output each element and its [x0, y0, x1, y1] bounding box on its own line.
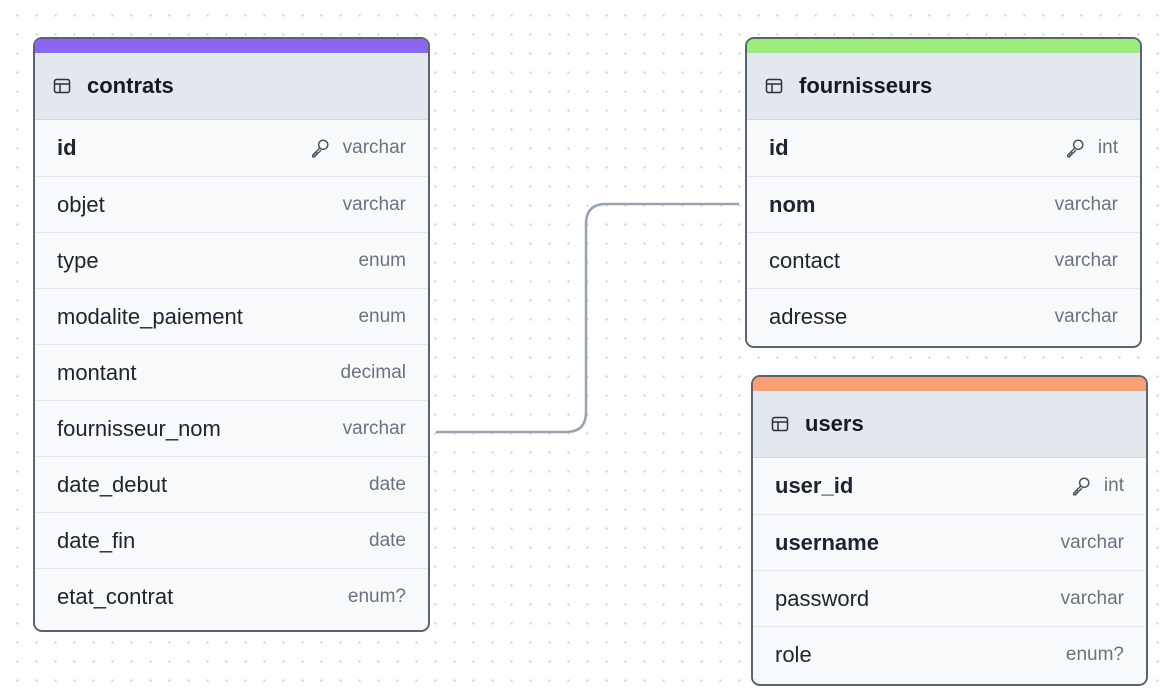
column-type-label: enum — [358, 249, 406, 271]
column-row-username[interactable]: username varchar — [753, 514, 1146, 570]
table-name: users — [805, 411, 864, 436]
column-type-label: int — [1103, 475, 1124, 496]
column-name: date_fin — [57, 527, 136, 553]
column-type: varchar — [1055, 194, 1118, 216]
column-row-adresse[interactable]: adresse varchar — [747, 288, 1140, 344]
column-type-label: varchar — [1054, 249, 1118, 271]
column-row-user-id[interactable]: user_id int — [753, 458, 1146, 514]
column-name: id — [57, 135, 77, 160]
column-row-modalite-paiement[interactable]: modalite_paiement enum — [35, 288, 428, 344]
key-icon — [309, 137, 331, 159]
column-type-label: varchar — [1060, 587, 1124, 609]
column-name: montant — [57, 359, 137, 385]
edge-fournisseur-nom[interactable] — [436, 202, 739, 434]
column-type: enum? — [1066, 644, 1124, 666]
column-type-label: decimal — [340, 361, 406, 383]
column-name: type — [57, 247, 99, 273]
table-accent-bar — [35, 39, 428, 53]
column-name: adresse — [769, 303, 848, 329]
column-type: int — [1070, 475, 1124, 497]
column-type: varchar — [1061, 532, 1124, 554]
table-name: contrats — [87, 73, 174, 98]
column-type: varchar — [1055, 306, 1118, 328]
column-name: objet — [57, 191, 105, 217]
column-name: modalite_paiement — [57, 303, 243, 329]
column-type-label: date — [369, 473, 406, 495]
table-icon — [771, 416, 789, 432]
column-row-id[interactable]: id int — [747, 120, 1140, 176]
column-row-id[interactable]: id varchar — [35, 120, 428, 176]
table-contrats[interactable]: contrats id varchar objet varchar type enum mo… — [33, 37, 430, 632]
column-type-label: varchar — [342, 417, 406, 439]
column-name: fournisseur_nom — [57, 415, 221, 441]
table-users[interactable]: users user_id int username varchar password v… — [751, 375, 1148, 686]
column-row-montant[interactable]: montant decimal — [35, 344, 428, 400]
column-type-label: varchar — [1060, 531, 1124, 553]
column-type-label: enum — [358, 305, 406, 327]
column-type-label: varchar — [1054, 193, 1118, 215]
column-type-label: date — [369, 529, 406, 551]
column-row-nom[interactable]: nom varchar — [747, 176, 1140, 232]
column-row-date-fin[interactable]: date_fin date — [35, 512, 428, 568]
column-type: enum? — [348, 586, 406, 608]
column-type-label: int — [1097, 137, 1118, 158]
column-type-label: enum? — [1065, 643, 1124, 665]
column-name: id — [769, 135, 789, 160]
table-icon — [53, 78, 71, 94]
column-type-label: varchar — [342, 137, 406, 158]
column-list: id varchar objet varchar type enum modalite_pa… — [35, 120, 428, 624]
column-type: date — [369, 530, 406, 552]
table-header[interactable]: contrats — [35, 53, 428, 120]
table-accent-bar — [753, 377, 1146, 391]
key-icon — [1070, 475, 1092, 497]
column-type: enum — [358, 250, 406, 272]
column-name: contact — [769, 247, 840, 273]
table-icon — [765, 78, 783, 94]
column-name: etat_contrat — [57, 583, 174, 609]
column-type: varchar — [343, 194, 406, 216]
column-type: varchar — [343, 418, 406, 440]
column-type: decimal — [341, 362, 406, 384]
key-icon — [1064, 137, 1086, 159]
column-name: nom — [769, 191, 816, 217]
column-row-date-debut[interactable]: date_debut date — [35, 456, 428, 512]
column-name: role — [775, 641, 812, 667]
column-row-etat-contrat[interactable]: etat_contrat enum? — [35, 568, 428, 624]
column-list: user_id int username varchar password varchar… — [753, 458, 1146, 682]
column-row-objet[interactable]: objet varchar — [35, 176, 428, 232]
table-fournisseurs[interactable]: fournisseurs id int nom varchar contact varch… — [745, 37, 1142, 348]
column-type-label: varchar — [1054, 305, 1118, 327]
table-header[interactable]: users — [753, 391, 1146, 458]
table-accent-bar — [747, 39, 1140, 53]
column-name: user_id — [775, 473, 854, 498]
column-type-label: enum? — [347, 585, 406, 607]
column-row-contact[interactable]: contact varchar — [747, 232, 1140, 288]
column-type: date — [369, 474, 406, 496]
column-type: varchar — [1055, 250, 1118, 272]
column-type: varchar — [1061, 588, 1124, 610]
table-name: fournisseurs — [799, 73, 933, 98]
column-row-password[interactable]: password varchar — [753, 570, 1146, 626]
column-type: enum — [358, 306, 406, 328]
column-name: password — [775, 585, 870, 611]
column-type-label: varchar — [342, 193, 406, 215]
table-header[interactable]: fournisseurs — [747, 53, 1140, 120]
column-name: username — [775, 529, 879, 555]
column-type: varchar — [309, 137, 406, 159]
column-list: id int nom varchar contact varchar adresse varc… — [747, 120, 1140, 344]
column-row-fournisseur-nom[interactable]: fournisseur_nom varchar — [35, 400, 428, 456]
column-row-type[interactable]: type enum — [35, 232, 428, 288]
column-name: date_debut — [57, 471, 168, 497]
column-type: int — [1064, 137, 1118, 159]
column-row-role[interactable]: role enum? — [753, 626, 1146, 682]
